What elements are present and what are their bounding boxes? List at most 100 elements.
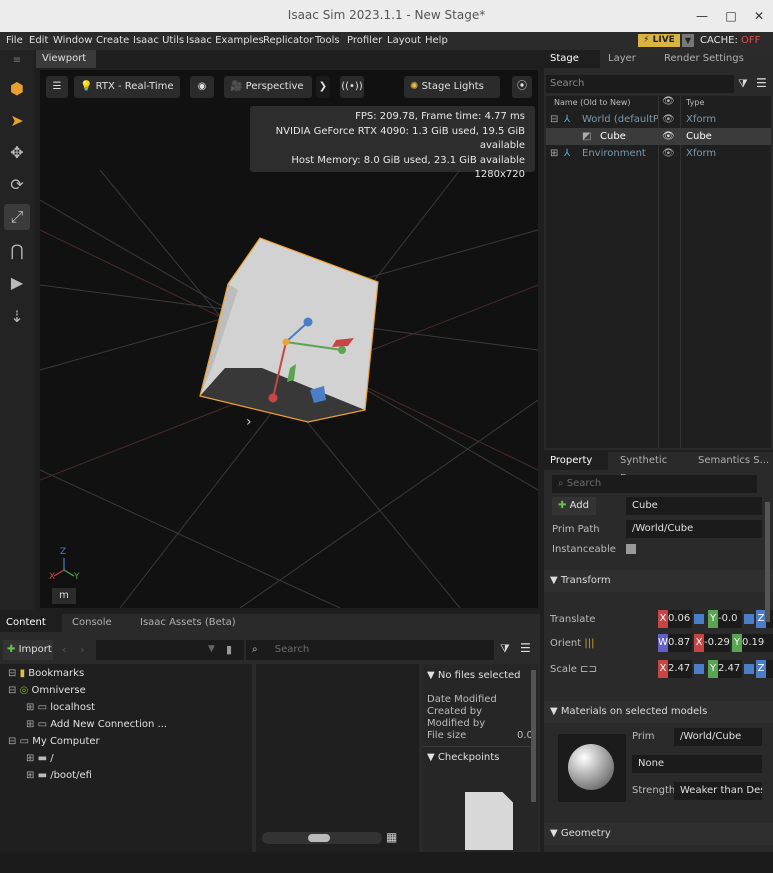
play-icon[interactable]: ▶	[4, 270, 30, 296]
visibility-icon[interactable]: 👁	[662, 111, 675, 128]
tab-content[interactable]: Content	[0, 614, 62, 632]
camera-button[interactable]: 🎥 Perspective	[224, 76, 312, 98]
options-menu-icon[interactable]: ☰	[756, 76, 767, 90]
scale-y-field[interactable]: Y 2.47	[708, 660, 742, 678]
tree-row-environment[interactable]: ⊞ ⅄ Environment 👁 Xform	[546, 145, 771, 162]
keyframe-icon[interactable]	[744, 614, 754, 624]
scale-x-field[interactable]: X 2.47	[658, 660, 692, 678]
expand-icon[interactable]: ⊞	[550, 145, 558, 162]
property-scrollbar[interactable]	[765, 502, 770, 622]
path-field[interactable]: ▼ ▮	[96, 640, 244, 660]
col-type-header[interactable]: Type	[686, 98, 704, 107]
info-scrollbar[interactable]	[531, 670, 536, 802]
col-name-header[interactable]: Name (Old to New)	[554, 98, 631, 107]
transform-section[interactable]: ▼ Transform	[544, 570, 773, 592]
bookmark-icon[interactable]: ▮	[226, 643, 232, 656]
filter-icon[interactable]: ⧩	[738, 77, 748, 91]
menu-edit[interactable]: Edit	[29, 35, 48, 46]
expand-icon[interactable]: ⊞	[26, 753, 34, 764]
scale-icon[interactable]: ⤢	[4, 204, 30, 230]
gizmo-center[interactable]	[282, 338, 290, 346]
gizmo-z-handle[interactable]	[303, 317, 313, 327]
visibility-icon[interactable]: 👁	[662, 128, 675, 145]
menu-file[interactable]: File	[6, 35, 23, 46]
tab-property[interactable]: Property	[544, 452, 608, 470]
maximize-button[interactable]: □	[722, 7, 740, 25]
tree-item-add-connection[interactable]: ⊞ ▭ Add New Connection ...	[26, 717, 167, 733]
expand-icon[interactable]: ⊞	[26, 702, 34, 713]
import-button[interactable]: ✚ Import	[3, 640, 53, 660]
menu-create[interactable]: Create	[96, 35, 129, 46]
menu-isaac-examples[interactable]: Isaac Examples	[186, 35, 264, 46]
viewport[interactable]: › Z X Y ☰ 💡 RTX - Real-Time ◉ 🎥 Perspect…	[40, 70, 538, 608]
link-icon[interactable]: ⊏⊐	[580, 664, 597, 675]
menu-tools[interactable]: Tools	[315, 35, 340, 46]
checkpoints-header[interactable]: ▼ Checkpoints	[427, 752, 499, 763]
instanceable-checkbox[interactable]	[626, 544, 636, 554]
tab-render-settings[interactable]: Render Settings	[658, 50, 768, 68]
collapse-icon[interactable]: ⊟	[8, 736, 16, 747]
gizmo-y-handle[interactable]	[338, 346, 346, 354]
menu-window[interactable]: Window	[53, 35, 92, 46]
tab-synthetic-data[interactable]: Synthetic Da...	[614, 452, 690, 484]
live-button[interactable]: ⚡ LIVE	[638, 34, 680, 47]
tree-row-world[interactable]: ⊟ ⅄ World (defaultPr 👁 Xform	[546, 111, 771, 128]
close-button[interactable]: ✕	[750, 7, 768, 25]
scale-z-field[interactable]: Z	[756, 660, 773, 678]
tree-item-localhost[interactable]: ⊞ ▭ localhost	[26, 700, 95, 716]
forward-icon[interactable]: ›	[80, 643, 84, 656]
file-grid[interactable]: ▦	[256, 664, 419, 852]
menu-replicator[interactable]: Replicator	[263, 35, 313, 46]
prim-path-field[interactable]: /World/Cube	[626, 520, 762, 538]
back-icon[interactable]: ‹	[62, 643, 66, 656]
keyframe-icon[interactable]	[694, 614, 704, 624]
orient-y-field[interactable]: Y 0.19	[732, 634, 773, 652]
tab-stage[interactable]: Stage	[544, 50, 600, 68]
tab-isaac-assets[interactable]: Isaac Assets (Beta)	[134, 614, 250, 632]
snap-magnet-icon[interactable]: ⋂	[4, 238, 30, 264]
zoom-slider-handle[interactable]	[308, 834, 330, 842]
menu-isaac-utils[interactable]: Isaac Utils	[133, 35, 184, 46]
tab-layer[interactable]: Layer	[602, 50, 652, 68]
visibility-icon[interactable]: 👁	[662, 145, 675, 162]
viewport-settings-icon[interactable]: ☰	[46, 76, 68, 98]
filter-icon[interactable]: ⧩	[500, 642, 510, 656]
options-menu-icon[interactable]: ☰	[520, 641, 531, 655]
content-search-input[interactable]: ⌕ Search	[246, 640, 494, 660]
prim-name-field[interactable]: Cube	[626, 497, 762, 515]
tree-item-root[interactable]: ⊞ ▬ /	[26, 751, 54, 767]
material-prim-field[interactable]: /World/Cube	[674, 728, 762, 746]
tab-viewport[interactable]: Viewport	[36, 50, 96, 68]
tree-item-my-computer[interactable]: ⊟ ▭ My Computer	[8, 734, 100, 750]
grid-view-icon[interactable]: ▦	[386, 830, 397, 844]
translate-x-field[interactable]: X 0.06	[658, 610, 692, 628]
add-button[interactable]: ✚ Add	[552, 497, 596, 515]
orient-w-field[interactable]: W0.87	[658, 634, 692, 652]
camera-chevron-icon[interactable]: ❯	[316, 76, 330, 98]
live-dropdown-icon[interactable]: ▼	[682, 34, 694, 47]
geometry-section[interactable]: ▼ Geometry	[544, 823, 773, 845]
tree-item-omniverse[interactable]: ⊟ ◎ Omniverse	[8, 683, 86, 699]
menu-layout[interactable]: Layout	[387, 35, 421, 46]
collapse-icon[interactable]: ⊟	[8, 668, 16, 679]
physics-drop-icon[interactable]: ⇣	[4, 304, 30, 330]
menu-help[interactable]: Help	[425, 35, 448, 46]
zoom-slider[interactable]	[262, 832, 382, 844]
tree-item-boot-efi[interactable]: ⊞ ▬ /boot/efi	[26, 768, 92, 784]
strength-dropdown[interactable]: Weaker than Desc	[674, 782, 762, 800]
expand-icon[interactable]: ⊞	[26, 770, 34, 781]
move-icon[interactable]: ✥	[4, 140, 30, 166]
location-pin-icon[interactable]: ⦿	[512, 76, 532, 98]
cache-status[interactable]: CACHE: OFF	[700, 35, 760, 46]
property-search-input[interactable]: ⌕ Search	[552, 475, 757, 493]
keyframe-icon[interactable]	[744, 664, 754, 674]
tab-semantics[interactable]: Semantics S...	[692, 452, 772, 470]
stage-lights-button[interactable]: ✺ Stage Lights	[404, 76, 500, 98]
materials-section[interactable]: ▼ Materials on selected models	[544, 701, 773, 723]
render-mode-button[interactable]: 💡 RTX - Real-Time	[74, 76, 180, 98]
gizmo-x-handle[interactable]	[268, 393, 278, 403]
tab-console[interactable]: Console	[66, 614, 130, 632]
rotate-icon[interactable]: ⟳	[4, 172, 30, 198]
broadcast-icon[interactable]: ((•))	[340, 76, 364, 98]
orient-x-field[interactable]: X -0.29	[694, 634, 730, 652]
